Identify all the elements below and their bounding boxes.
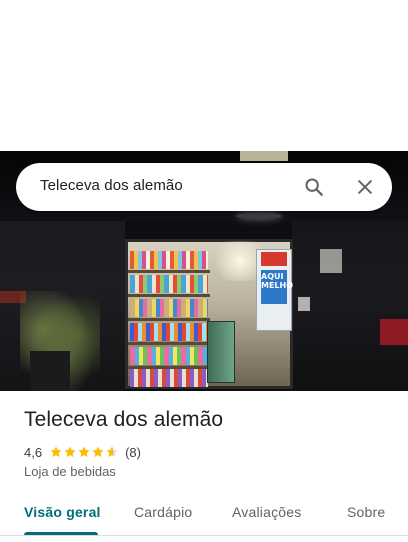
search-icon bbox=[305, 178, 323, 196]
star-icon bbox=[106, 446, 118, 458]
close-icon bbox=[358, 180, 372, 194]
tab-menu[interactable]: Cardápio bbox=[134, 504, 192, 520]
rating-value: 4,6 bbox=[24, 444, 43, 460]
drinks-fridge bbox=[207, 321, 235, 383]
review-count[interactable]: (8) bbox=[125, 445, 141, 460]
active-tab-indicator bbox=[24, 532, 98, 535]
star-icon bbox=[64, 446, 76, 458]
tab-reviews[interactable]: Avaliações bbox=[232, 504, 301, 520]
place-tabs: Visão geral Cardápio Avaliações Sobre bbox=[0, 496, 408, 536]
star-icon bbox=[78, 446, 90, 458]
clear-search-button[interactable] bbox=[353, 175, 377, 199]
tab-about[interactable]: Sobre bbox=[347, 504, 385, 520]
search-query[interactable]: Teleceva dos alemão bbox=[40, 177, 183, 194]
place-category[interactable]: Loja de bebidas bbox=[24, 464, 116, 479]
search-button[interactable] bbox=[302, 175, 326, 199]
store-sign-text: AQUI MELHO bbox=[261, 272, 294, 290]
rating-row[interactable]: 4,6 (8) bbox=[24, 443, 141, 461]
search-bar[interactable]: Teleceva dos alemão bbox=[16, 163, 392, 211]
rating-stars bbox=[49, 445, 119, 459]
tab-overview[interactable]: Visão geral bbox=[24, 504, 101, 520]
star-icon bbox=[50, 446, 62, 458]
place-title: Teleceva dos alemão bbox=[24, 408, 224, 431]
place-page: AQUI MELHO Teleceva dos alemão Teleceva … bbox=[0, 0, 408, 542]
store-sign: AQUI MELHO bbox=[256, 249, 294, 331]
star-icon bbox=[92, 446, 104, 458]
